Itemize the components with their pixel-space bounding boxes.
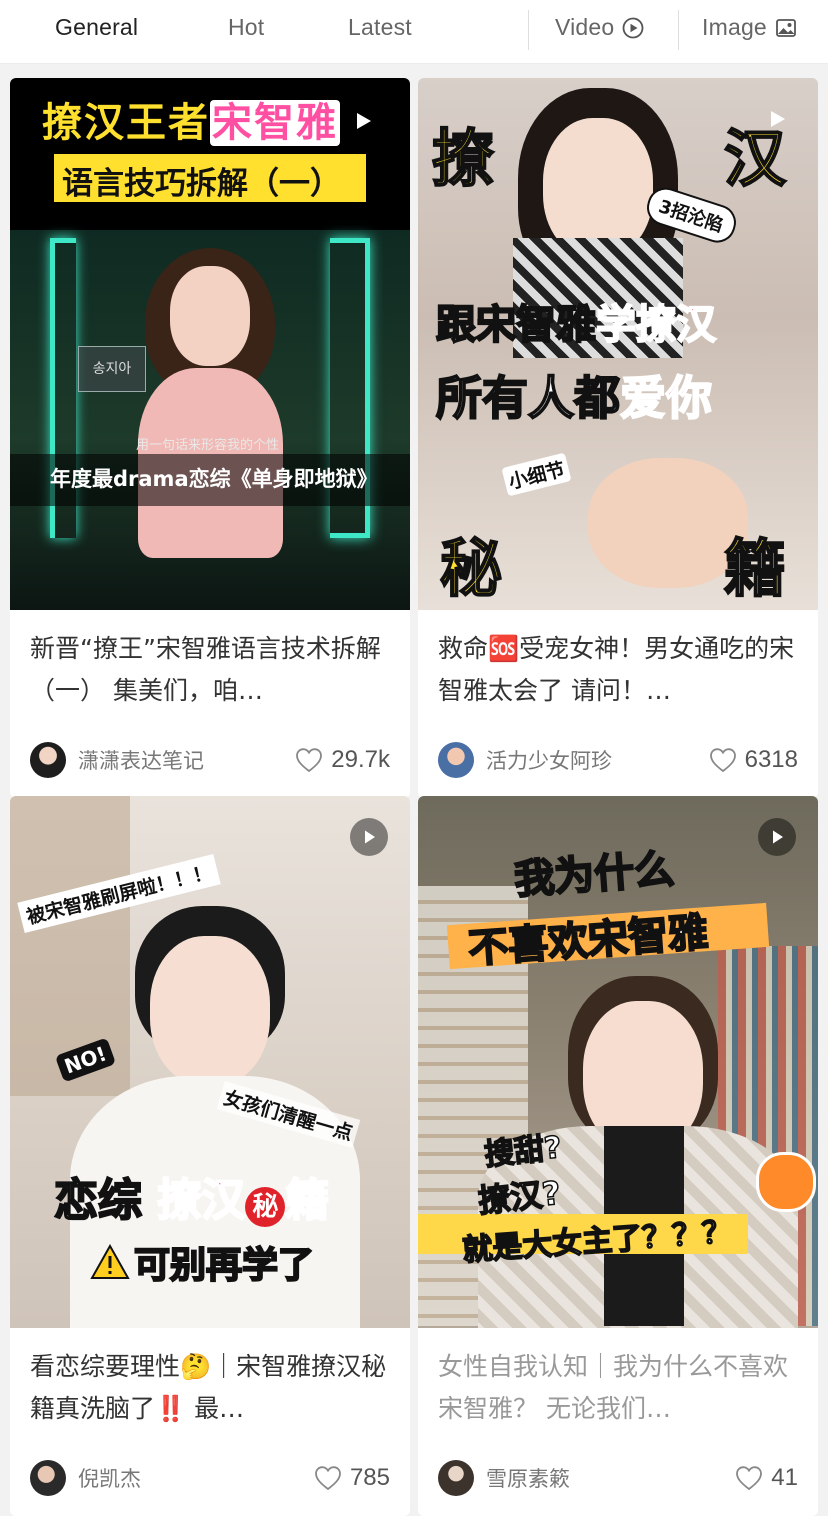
tab-video[interactable]: Video (555, 14, 644, 41)
tab-latest[interactable]: Latest (348, 14, 412, 41)
face-shape (543, 118, 653, 258)
thumbnail-question: 撩汉? (476, 1173, 564, 1221)
note-title[interactable]: 新晋“撩王”宋智雅语言技术拆解（一） 集美们，咱… (10, 610, 410, 722)
tab-video-label: Video (555, 14, 615, 40)
image-icon (776, 18, 796, 37)
tab-hot-label: Hot (228, 14, 265, 40)
note-thumbnail[interactable]: 我为什么 不喜欢宋智雅 搜甜? 撩汉? 就是大女主了？？？ (418, 796, 818, 1328)
like-count: 6318 (744, 746, 798, 773)
note-card[interactable]: 我为什么 不喜欢宋智雅 搜甜? 撩汉? 就是大女主了？？？ 女性自我认知｜我为什… (418, 796, 818, 1516)
thumbnail-headline: 所有人都爱你 (435, 362, 713, 428)
tiger-plush-icon (756, 1152, 816, 1212)
note-title[interactable]: 女性自我认知｜我为什么不喜欢宋智雅？ 无论我们… (418, 1328, 818, 1440)
tab-divider (528, 10, 529, 50)
author-name: 潇潇表达笔记 (78, 749, 204, 773)
warning-text: 可别再学了 (133, 1244, 315, 1287)
headline-highlight: 宋智雅 (210, 100, 340, 146)
note-card[interactable]: 송지아 用一句话来形容我的个性 年度最drama恋综《单身即地狱》 撩汉王者宋智… (10, 78, 410, 798)
tab-divider (678, 10, 679, 50)
warning-icon (90, 1244, 130, 1279)
headline-highlight: 学撩汉 (595, 301, 717, 349)
like-button[interactable]: 785 (314, 1464, 390, 1492)
headline-text: 跟宋智雅 (435, 301, 597, 349)
avatar (438, 1460, 474, 1496)
author-name: 活力少女阿珍 (486, 749, 612, 773)
author[interactable]: 潇潇表达笔记 (30, 742, 204, 778)
like-button[interactable]: 29.7k (295, 746, 390, 774)
thumbnail-question: 搜甜? (482, 1129, 564, 1173)
note-meta: 雪原素簌 41 (418, 1440, 818, 1516)
note-meta: 潇潇表达笔记 29.7k (10, 722, 410, 798)
note-title[interactable]: 救命🆘受宠女神！男女通吃的宋智雅太会了 请问！… (418, 610, 818, 722)
headline-highlight: 爱你 (619, 370, 713, 426)
like-button[interactable]: 41 (735, 1464, 798, 1492)
name-tag: 송지아 (78, 346, 146, 392)
headline-text: 恋综 (53, 1174, 143, 1227)
heart-icon (315, 1466, 341, 1491)
avatar (30, 742, 66, 778)
note-thumbnail[interactable]: 송지아 用一句话来形容我的个性 年度最drama恋综《单身即地狱》 撩汉王者宋智… (10, 78, 410, 610)
corner-text: 籍 (723, 531, 787, 606)
avatar (438, 742, 474, 778)
note-thumbnail[interactable]: 撩 汉 3招沦陷 跟宋智雅学撩汉 所有人都爱你 小细节 秘 籍 (418, 78, 818, 610)
note-card[interactable]: 撩 汉 3招沦陷 跟宋智雅学撩汉 所有人都爱你 小细节 秘 籍 救命🆘受宠女神！… (418, 78, 818, 798)
thumbnail-headline: 跟宋智雅学撩汉 (435, 292, 717, 350)
face-shape (150, 936, 270, 1086)
corner-text: 秘 (439, 531, 503, 606)
tab-general-label: General (55, 14, 139, 40)
note-card[interactable]: 被宋智雅刷屏啦！！！ NO! 女孩们清醒一点 恋综 撩汉秘籍 可别再学了 看恋综… (10, 796, 410, 1516)
thumbnail-label: 小细节 (501, 452, 572, 497)
thumbnail-headline: 恋综 撩汉秘籍 (53, 1164, 330, 1228)
tab-latest-label: Latest (348, 14, 412, 40)
like-count: 41 (771, 1464, 798, 1491)
headline-badge: 秘 (245, 1187, 286, 1227)
play-circle-icon (623, 17, 644, 38)
thumbnail-caption: 年度最drama恋综《单身即地狱》 (50, 467, 378, 491)
headline-highlight: 籍 (284, 1174, 330, 1227)
note-title[interactable]: 看恋综要理性🤔｜宋智雅撩汉秘籍真洗脑了‼️ 最… (10, 1328, 410, 1440)
play-icon (357, 113, 371, 129)
note-thumbnail[interactable]: 被宋智雅刷屏啦！！！ NO! 女孩们清醒一点 恋综 撩汉秘籍 可别再学了 (10, 796, 410, 1328)
author-name: 雪原素簌 (486, 1467, 570, 1491)
corner-text: 撩 (431, 121, 495, 196)
heart-icon (709, 748, 736, 773)
like-count: 29.7k (331, 746, 390, 773)
heart-icon (296, 748, 323, 773)
like-button[interactable]: 6318 (709, 746, 798, 774)
like-count: 785 (349, 1464, 390, 1491)
avatar (30, 1460, 66, 1496)
category-tab-bar: General Hot Latest Video Image (0, 0, 828, 64)
play-button[interactable] (758, 818, 796, 856)
tab-image[interactable]: Image (702, 14, 797, 41)
play-button[interactable] (350, 818, 388, 856)
thumbnail-subtitle: 用一句话来形容我的个性 (136, 438, 280, 453)
thumbnail-subheadline: 语言技巧拆解（一） (62, 166, 341, 202)
note-meta: 活力少女阿珍 6318 (418, 722, 818, 798)
note-meta: 倪凯杰 785 (10, 1440, 410, 1516)
play-button[interactable] (344, 102, 382, 140)
play-icon (771, 111, 785, 127)
author-name: 倪凯杰 (78, 1467, 141, 1491)
headline-text: 所有人都 (435, 370, 621, 426)
tab-general[interactable]: General (55, 14, 138, 41)
headline-text: 撩汉王者 (42, 100, 210, 146)
author[interactable]: 活力少女阿珍 (438, 742, 612, 778)
tab-hot[interactable]: Hot (228, 14, 264, 41)
author[interactable]: 倪凯杰 (30, 1460, 141, 1496)
notes-feed-grid: 송지아 用一句话来形容我的个性 年度最drama恋综《单身即地狱》 撩汉王者宋智… (0, 64, 828, 1516)
thumbnail-headline: 撩汉王者宋智雅 (42, 90, 340, 148)
face-shape (170, 266, 250, 366)
author[interactable]: 雪原素簌 (438, 1460, 570, 1496)
play-button[interactable] (758, 100, 796, 138)
thumbnail-warning: 可别再学了 (90, 1236, 315, 1288)
tab-image-label: Image (702, 14, 767, 40)
play-icon (773, 830, 783, 844)
heart-icon (736, 1466, 763, 1491)
headline-highlight: 撩汉 (156, 1174, 246, 1227)
play-icon (365, 830, 375, 844)
thumbnail-headline: 我为什么 (512, 845, 677, 904)
